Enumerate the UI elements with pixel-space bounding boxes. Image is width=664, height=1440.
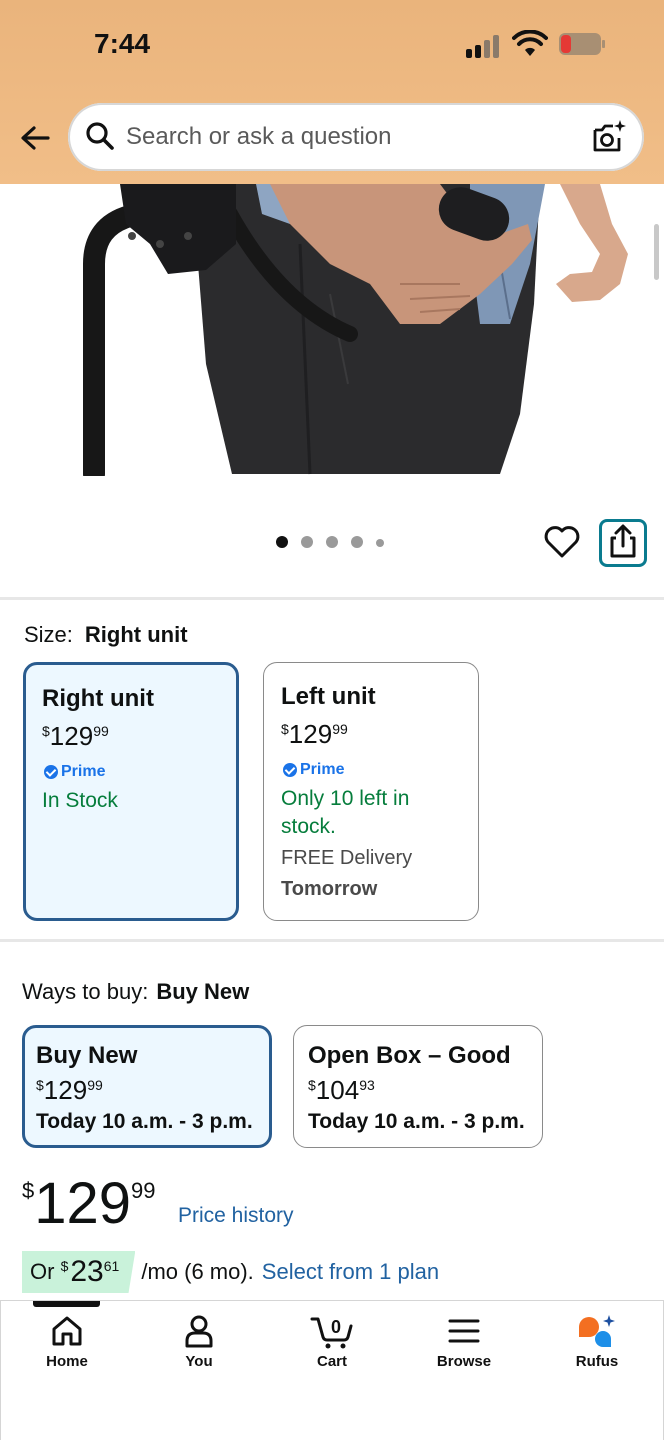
product-page: 7:44 Search or ask a question Size: Righ… (0, 0, 664, 1440)
product-image[interactable] (0, 184, 664, 476)
search-icon (86, 122, 114, 150)
ways-to-buy-label-row: Ways to buy: Buy New (22, 979, 249, 1005)
nav-label: Cart (316, 1353, 347, 1370)
ways-to-buy-label: Ways to buy: (22, 979, 149, 1004)
price-whole: 104 (315, 1075, 360, 1105)
stock-status: In Stock (42, 789, 118, 812)
back-arrow-icon[interactable] (16, 120, 56, 160)
option-price: $12999 (42, 721, 109, 752)
price-cents: 93 (359, 1077, 375, 1093)
price-currency: $ (22, 1178, 35, 1203)
status-time: 7:44 (94, 28, 151, 59)
share-button[interactable] (599, 519, 647, 567)
option-price: $12999 (36, 1075, 103, 1106)
main-price: $12999 (22, 1172, 156, 1236)
carousel-dot[interactable] (276, 536, 288, 548)
nav-label: Home (46, 1353, 88, 1370)
menu-icon (448, 1319, 480, 1343)
price-currency: $ (308, 1077, 316, 1093)
nav-you[interactable]: You (144, 1313, 254, 1383)
buy-option-new[interactable]: Buy New $12999 Today 10 a.m. - 3 p.m. (22, 1025, 272, 1148)
installment-amount: 23 (70, 1255, 104, 1288)
nav-rufus[interactable]: Rufus (542, 1313, 652, 1383)
delivery-window: Today 10 a.m. - 3 p.m. (308, 1110, 525, 1133)
price-whole: 129 (34, 1171, 132, 1236)
option-title: Right unit (42, 685, 154, 712)
price-history-link[interactable]: Price history (178, 1204, 294, 1228)
installment-term: /mo (6 mo). (141, 1259, 254, 1284)
prime-label: Prime (61, 763, 106, 780)
rufus-icon (579, 1315, 615, 1347)
nav-cart[interactable]: 0 Cart (277, 1313, 387, 1383)
price-whole: 129 (49, 721, 94, 751)
price-cents: 99 (131, 1178, 156, 1203)
carousel-dot[interactable] (376, 539, 384, 547)
prime-label: Prime (300, 761, 345, 778)
search-bar[interactable] (68, 103, 644, 171)
price-whole: 129 (288, 719, 333, 749)
installment-row: Or $23 61 /mo (6 mo). Select from 1 plan (22, 1250, 439, 1294)
price-currency: $ (281, 721, 289, 737)
buy-option-open-box[interactable]: Open Box – Good $10493 Today 10 a.m. - 3… (293, 1025, 543, 1148)
option-price: $12999 (281, 719, 348, 750)
product-photo (83, 184, 628, 476)
camera-search-icon[interactable] (590, 118, 628, 156)
prime-check-icon (44, 765, 58, 779)
cart-count: 0 (331, 1317, 341, 1337)
delivery-text: FREE Delivery (281, 847, 413, 869)
option-price: $10493 (308, 1075, 375, 1106)
option-title: Left unit (281, 683, 376, 710)
carousel-dot[interactable] (326, 536, 338, 548)
option-title: Buy New (36, 1042, 138, 1069)
ways-to-buy-selected: Buy New (156, 979, 250, 1004)
nav-label: Rufus (575, 1353, 619, 1370)
delivery-window: Today 10 a.m. - 3 p.m. (36, 1110, 253, 1133)
stock-status: Only 10 left in stock. (281, 787, 410, 838)
size-label-row: Size: Right unit (24, 622, 188, 648)
heart-icon[interactable] (542, 522, 582, 562)
price-whole: 129 (43, 1075, 88, 1105)
signal-icon (466, 34, 502, 58)
header: 7:44 (0, 0, 664, 184)
person-icon (185, 1315, 213, 1348)
prime-badge: Prime (44, 763, 105, 781)
price-currency: $ (36, 1077, 44, 1093)
installment-currency: $ (60, 1258, 69, 1274)
nav-browse[interactable]: Browse (409, 1313, 519, 1383)
carousel-dot[interactable] (301, 536, 313, 548)
installment-prefix: Or (30, 1259, 55, 1284)
scrollbar[interactable] (654, 224, 659, 280)
size-option-right-unit[interactable]: Right unit $12999 Prime In Stock (23, 662, 239, 921)
select-plan-link[interactable]: Select from 1 plan (262, 1259, 439, 1285)
divider (0, 597, 664, 600)
battery-icon (559, 33, 605, 55)
size-label: Size: (24, 622, 73, 647)
prime-badge: Prime (283, 761, 344, 779)
active-tab-indicator (33, 1301, 100, 1307)
nav-label: You (185, 1353, 213, 1370)
nav-label: Browse (436, 1353, 492, 1370)
installment-badge: Or $23 61 (22, 1251, 136, 1293)
installment-cents: 61 (103, 1258, 120, 1274)
delivery-day: Tomorrow (281, 878, 378, 900)
home-icon (52, 1316, 82, 1346)
price-cents: 99 (87, 1077, 103, 1093)
option-title: Open Box – Good (308, 1042, 511, 1069)
cart-icon: 0 (310, 1317, 353, 1349)
size-option-left-unit[interactable]: Left unit $12999 Prime Only 10 left in s… (263, 662, 479, 921)
share-icon (610, 524, 636, 558)
search-input[interactable] (126, 121, 566, 153)
bottom-nav: Home You 0 Cart Browse Rufus (0, 1300, 664, 1440)
price-currency: $ (42, 723, 50, 739)
size-selected: Right unit (84, 622, 188, 647)
price-cents: 99 (93, 723, 109, 739)
divider (0, 939, 664, 942)
carousel-dot[interactable] (351, 536, 363, 548)
nav-home[interactable]: Home (12, 1313, 122, 1383)
prime-check-icon (283, 763, 297, 777)
price-cents: 99 (332, 721, 348, 737)
wifi-icon (512, 30, 548, 56)
